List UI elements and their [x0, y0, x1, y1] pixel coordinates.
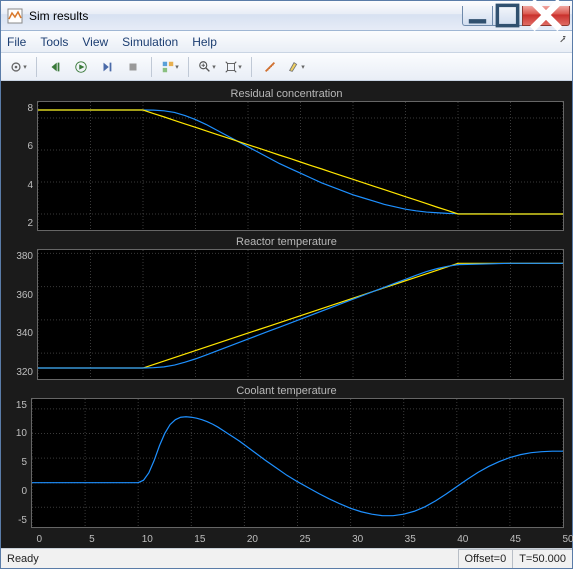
status-ready: Ready [1, 553, 458, 565]
toolbar: ▾ ▾ ▾ ▾ ▾ [1, 53, 572, 81]
y-axis: 151050-5 [9, 398, 31, 528]
menu-tools[interactable]: Tools [40, 35, 68, 49]
highlight-button[interactable]: ▾ [285, 56, 307, 78]
window-title: Sim results [29, 9, 462, 23]
maximize-button[interactable] [492, 6, 522, 26]
plot-area: Residual concentration 8642 Reactor temp… [1, 81, 572, 548]
chart-title: Residual concentration [9, 87, 564, 101]
plot-box[interactable] [37, 101, 564, 231]
minimize-button[interactable] [462, 6, 492, 26]
chart-residual: Residual concentration 8642 [9, 87, 564, 231]
menubar: File Tools View Simulation Help ⭷ [1, 31, 572, 53]
status-time: T=50.000 [512, 549, 572, 568]
chart-coolant: Coolant temperature 151050-5 [9, 384, 564, 528]
menu-simulation[interactable]: Simulation [122, 35, 178, 49]
window: Sim results File Tools View Simulation H… [0, 0, 573, 569]
measure-button[interactable] [259, 56, 281, 78]
autoscale-button[interactable]: ▾ [222, 56, 244, 78]
chart-title: Coolant temperature [9, 384, 564, 398]
menu-help[interactable]: Help [192, 35, 217, 49]
signal-select-button[interactable]: ▾ [159, 56, 181, 78]
plot-box[interactable] [37, 249, 564, 379]
zoom-button[interactable]: ▾ [196, 56, 218, 78]
close-button[interactable] [522, 6, 570, 26]
status-offset: Offset=0 [458, 549, 513, 568]
run-button[interactable] [70, 56, 92, 78]
step-back-button[interactable] [44, 56, 66, 78]
titlebar[interactable]: Sim results [1, 1, 572, 31]
dock-icon[interactable]: ⭷ [560, 33, 566, 50]
stop-button[interactable] [122, 56, 144, 78]
menu-view[interactable]: View [82, 35, 108, 49]
statusbar: Ready Offset=0 T=50.000 [1, 548, 572, 568]
chart-reactor: Reactor temperature 380360340320 [9, 235, 564, 379]
menu-file[interactable]: File [7, 35, 26, 49]
window-controls [462, 6, 570, 26]
x-axis: 05101520253035404550 [9, 532, 564, 546]
config-button[interactable]: ▾ [7, 56, 29, 78]
y-axis: 8642 [9, 101, 37, 231]
app-icon [7, 8, 23, 24]
plot-box[interactable] [31, 398, 564, 528]
chart-title: Reactor temperature [9, 235, 564, 249]
step-forward-button[interactable] [96, 56, 118, 78]
y-axis: 380360340320 [9, 249, 37, 379]
